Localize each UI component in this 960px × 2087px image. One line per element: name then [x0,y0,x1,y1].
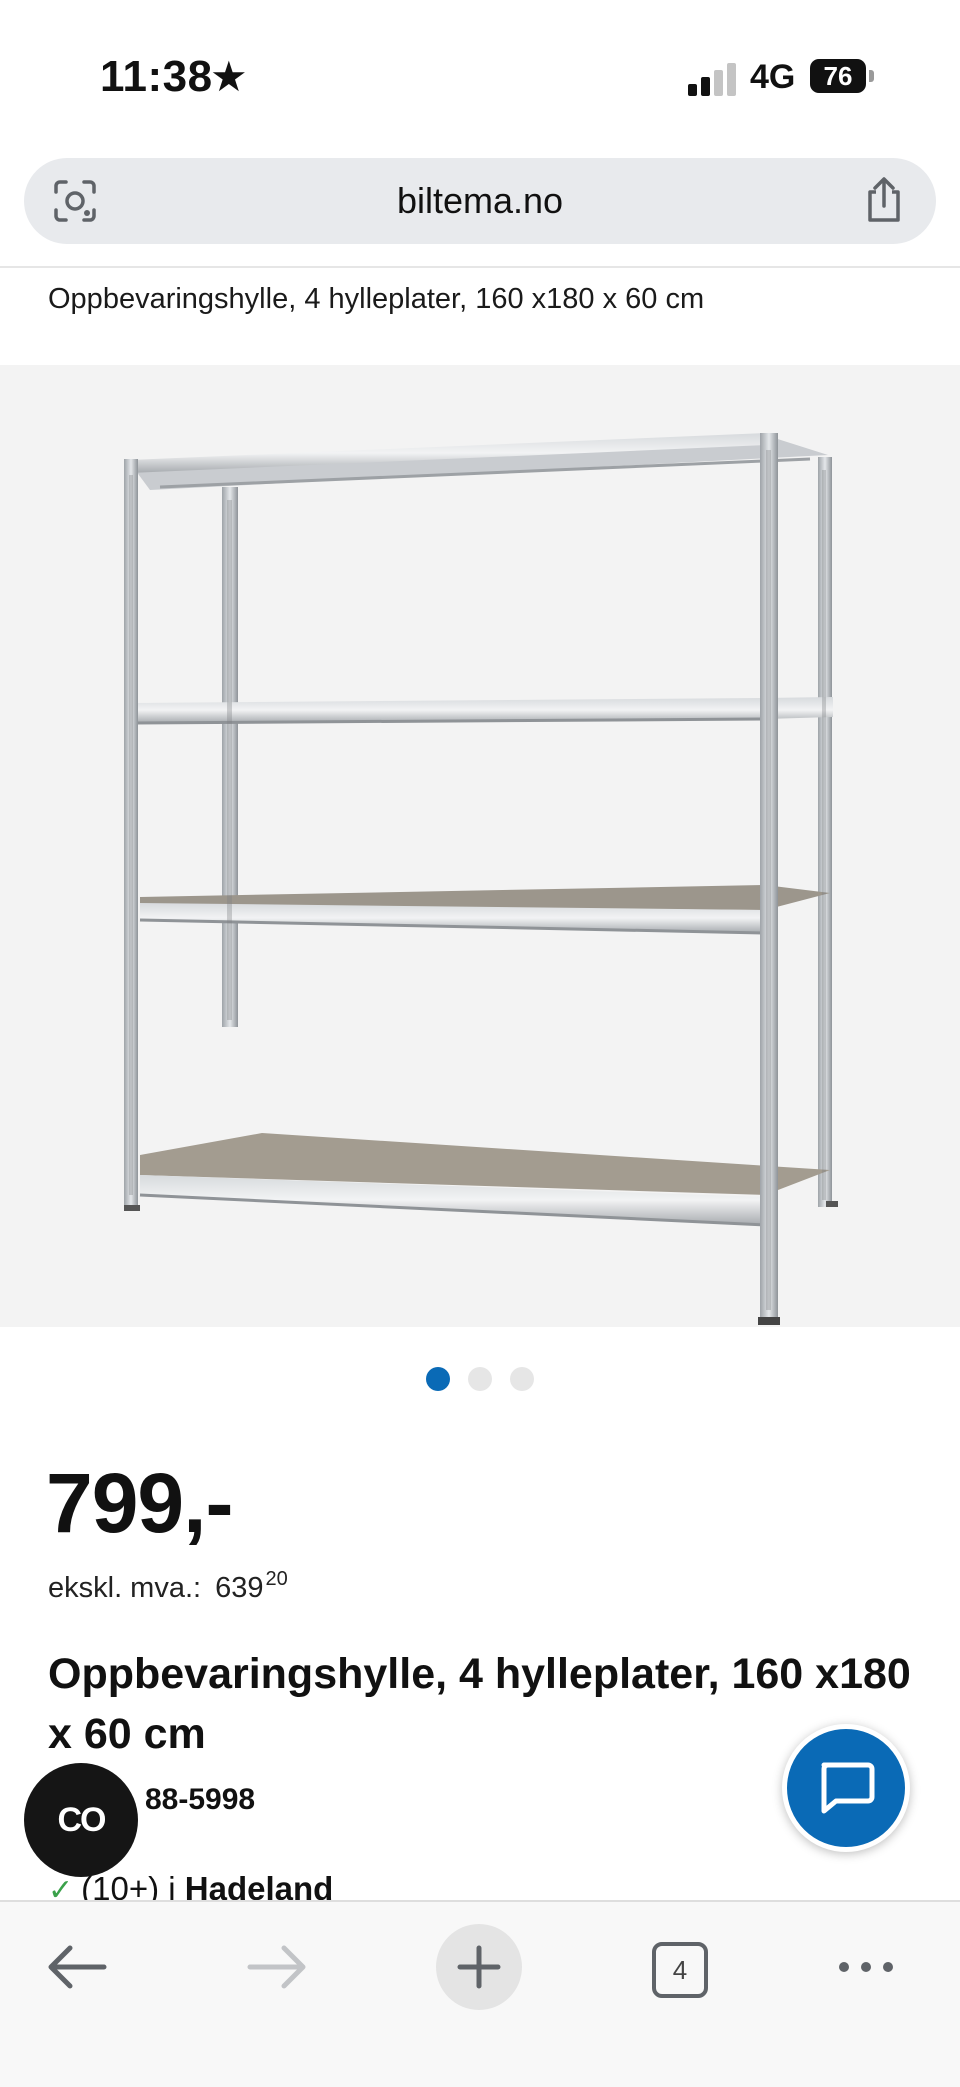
new-tab-button[interactable] [436,1924,522,2010]
network-label: 4G [750,58,796,96]
share-icon[interactable] [862,176,906,224]
carousel-dot[interactable] [468,1367,492,1391]
status-bar: 11:38 ★ 4G 76 [0,0,960,150]
price-excl-vat: ekskl. mva.: 639 20 [48,1568,288,1605]
shelving-unit-image [124,433,838,1325]
carousel-dot[interactable] [426,1367,450,1391]
tabs-icon[interactable]: 4 [652,1942,708,1998]
product-title: Oppbevaringshylle, 4 hylleplater, 160 x1… [48,1650,911,1758]
back-arrow-icon[interactable] [40,1924,112,2010]
product-image[interactable] [0,365,960,1327]
battery-icon: 76 [810,59,866,93]
carousel-dot[interactable] [510,1367,534,1391]
star-icon: ★ [210,53,248,100]
status-time: 11:38 [100,52,213,101]
signal-icon [688,62,736,96]
chat-button[interactable] [782,1724,910,1852]
price-excl-vat-decimals: 20 [265,1568,288,1590]
forward-arrow-icon[interactable] [242,1924,314,2010]
plus-icon [457,1945,501,1989]
price-excl-vat-label: ekskl. mva.: [48,1572,202,1604]
header-divider [0,266,960,268]
address-bar[interactable]: biltema.no [24,158,936,244]
browser-bottom-toolbar: 4 [0,1900,960,2087]
page-header-title: Oppbevaringshylle, 4 hylleplater, 160 x1… [48,283,705,315]
more-icon[interactable] [836,1924,896,2010]
price-excl-vat-value: 639 [215,1572,264,1604]
url-text[interactable]: biltema.no [24,180,936,222]
article-number: 88-5998 [145,1783,256,1816]
co-floating-button[interactable]: CO [24,1763,138,1877]
image-carousel-dots [0,1367,960,1393]
battery-tip [869,70,874,82]
product-price: 799,- [46,1456,233,1550]
chat-icon [821,1762,875,1814]
